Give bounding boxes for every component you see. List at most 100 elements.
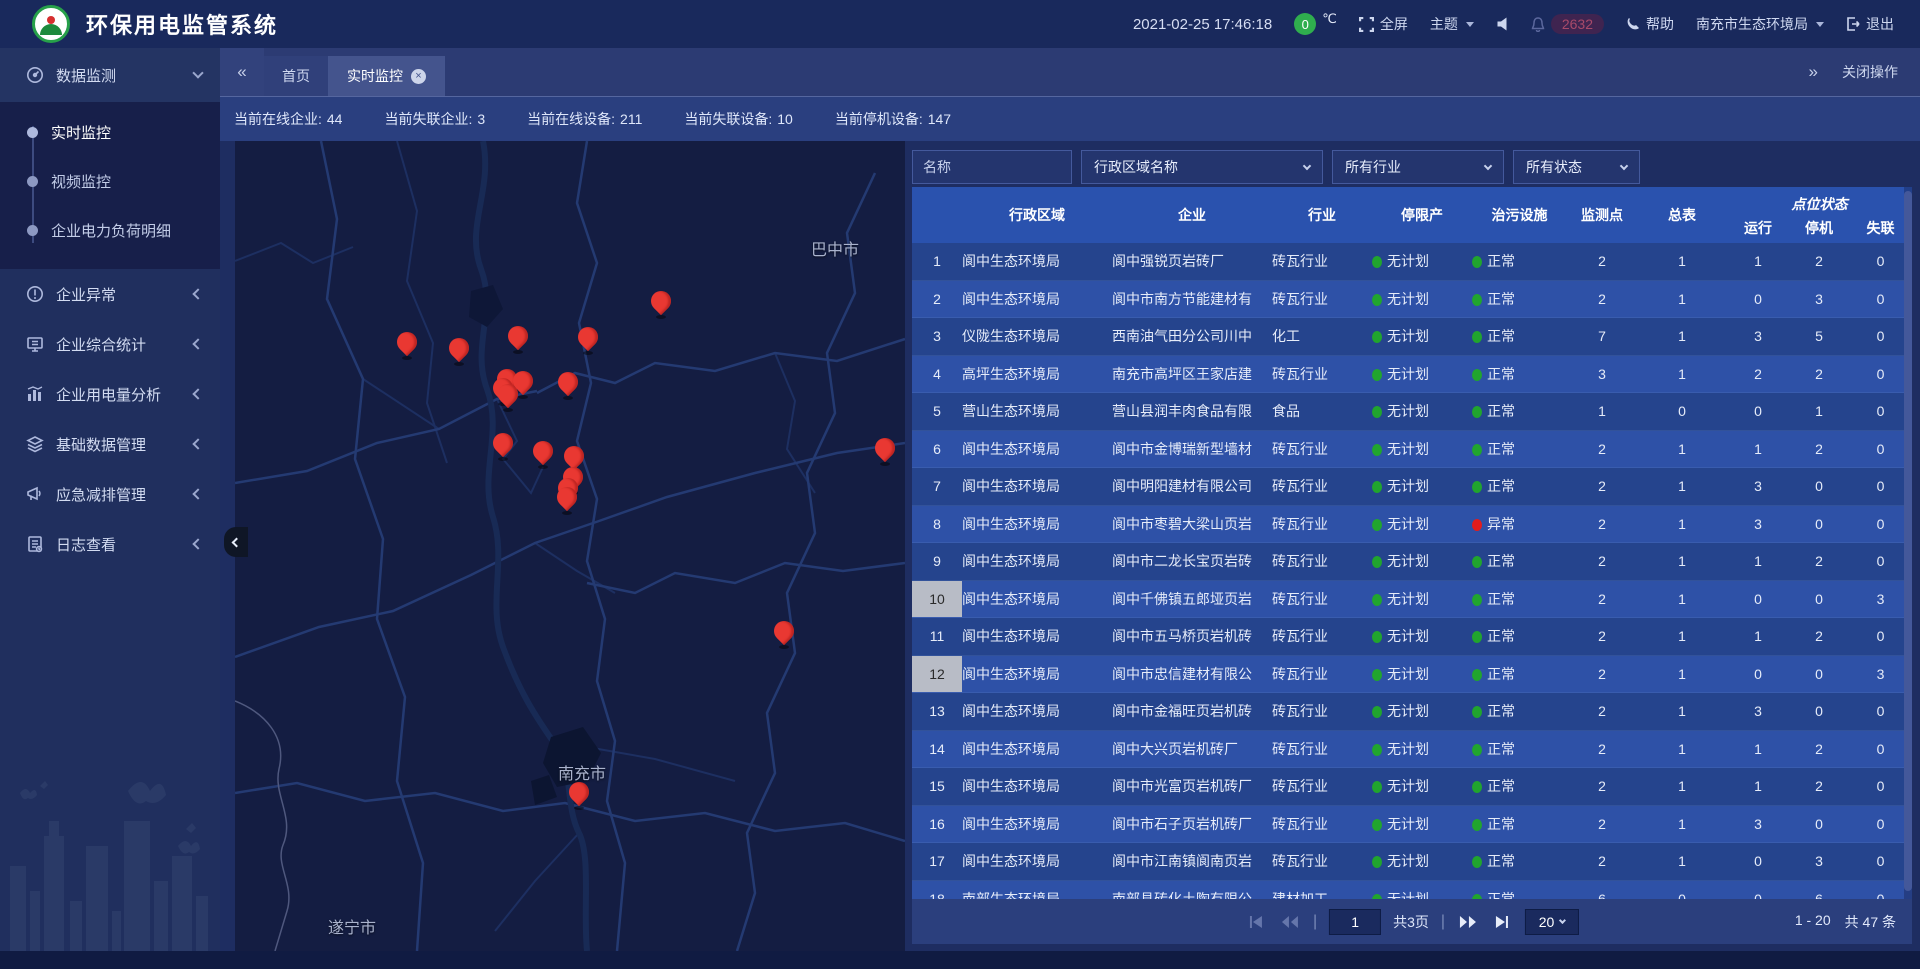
map-pin[interactable] bbox=[578, 327, 598, 353]
stop-status-label: 无计划 bbox=[1387, 441, 1429, 457]
cell-n: 11 bbox=[912, 618, 962, 655]
cell-down: 0 bbox=[1789, 666, 1849, 682]
org-label: 南充市生态环境局 bbox=[1696, 14, 1808, 34]
layers-icon bbox=[26, 435, 46, 453]
table-row[interactable]: 6阆中生态环境局阆中市金博瑞新型墙材砖瓦行业无计划正常21120 bbox=[912, 431, 1912, 469]
cell-n: 5 bbox=[912, 393, 962, 430]
table-row[interactable]: 2阆中生态环境局阆中市南方节能建材有砖瓦行业无计划正常21030 bbox=[912, 281, 1912, 319]
table-row[interactable]: 17阆中生态环境局阆中市江南镇阆南页岩砖瓦行业无计划正常21030 bbox=[912, 843, 1912, 881]
table-row[interactable]: 14阆中生态环境局阆中大兴页岩机砖厂砖瓦行业无计划正常21120 bbox=[912, 731, 1912, 769]
scrollbar-thumb[interactable] bbox=[1904, 191, 1912, 891]
sidebar-group-应急减排管理[interactable]: 应急减排管理 bbox=[0, 469, 220, 519]
cell-stop: 无计划 bbox=[1372, 326, 1472, 346]
facility-status-label: 正常 bbox=[1487, 403, 1515, 419]
cell-region: 阆中生态环境局 bbox=[962, 551, 1112, 571]
cell-run: 0 bbox=[1727, 403, 1789, 419]
table-row[interactable]: 8阆中生态环境局阆中市枣碧大梁山页岩砖瓦行业无计划异常21300 bbox=[912, 506, 1912, 544]
tab-首页[interactable]: 首页 bbox=[264, 56, 329, 96]
cell-down: 2 bbox=[1789, 628, 1849, 644]
sidebar-group-日志查看[interactable]: 日志查看 bbox=[0, 519, 220, 569]
last-page-button[interactable] bbox=[1491, 911, 1513, 933]
map-pin[interactable] bbox=[508, 326, 528, 352]
name-search-input[interactable] bbox=[912, 150, 1072, 184]
sound-button[interactable] bbox=[1496, 17, 1509, 31]
table-row[interactable]: 9阆中生态环境局阆中市二龙长宝页岩砖砖瓦行业无计划正常21120 bbox=[912, 543, 1912, 581]
sidebar-item-视频监控[interactable]: 视频监控 bbox=[0, 157, 220, 206]
region-select[interactable]: 行政区域名称 bbox=[1081, 150, 1323, 184]
sidebar-group-数据监测[interactable]: 数据监测 bbox=[0, 48, 220, 102]
tabs-scroll-left-button[interactable]: « bbox=[220, 47, 264, 96]
map-pin[interactable] bbox=[774, 621, 794, 647]
cell-meter: 1 bbox=[1637, 328, 1727, 344]
page-size-select[interactable]: 20 bbox=[1525, 909, 1579, 935]
sidebar-item-label: 企业电力负荷明细 bbox=[51, 220, 171, 241]
chevron-left-icon bbox=[231, 537, 241, 547]
close-icon[interactable] bbox=[411, 69, 426, 84]
sidebar-item-实时监控[interactable]: 实时监控 bbox=[0, 108, 220, 157]
map-pin[interactable] bbox=[533, 441, 553, 467]
table-row[interactable]: 13阆中生态环境局阆中市金福旺页岩机砖砖瓦行业无计划正常21300 bbox=[912, 693, 1912, 731]
map-pin[interactable] bbox=[557, 487, 577, 513]
enterprise-table: 行政区域企业行业停限产治污设施监测点总表点位状态运行停机失联 1阆中生态环境局阆… bbox=[912, 187, 1912, 899]
row-number: 15 bbox=[912, 768, 962, 805]
sidebar-item-企业电力负荷明细[interactable]: 企业电力负荷明细 bbox=[0, 206, 220, 255]
cell-company: 西南油气田分公司川中 bbox=[1112, 326, 1272, 346]
logout-button[interactable]: 退出 bbox=[1846, 14, 1894, 34]
map-pin[interactable] bbox=[875, 438, 895, 464]
sidebar-collapse-button[interactable] bbox=[224, 527, 248, 557]
table-row[interactable]: 18南部生态环境局南部县砖化土陶有限公建材加工无计划正常60060 bbox=[912, 881, 1912, 900]
tabs-scroll-right-button[interactable]: » bbox=[1809, 62, 1816, 82]
tab-实时监控[interactable]: 实时监控 bbox=[329, 56, 445, 96]
sidebar-group-label: 数据监测 bbox=[56, 65, 194, 86]
table-row[interactable]: 15阆中生态环境局阆中市光富页岩机砖厂砖瓦行业无计划正常21120 bbox=[912, 768, 1912, 806]
chevron-left-icon bbox=[192, 438, 203, 449]
table-scrollbar[interactable] bbox=[1904, 187, 1912, 899]
cell-lost: 0 bbox=[1849, 816, 1912, 832]
table-row[interactable]: 12阆中生态环境局阆中市忠信建材有限公砖瓦行业无计划正常21003 bbox=[912, 656, 1912, 694]
stop-status-label: 无计划 bbox=[1387, 516, 1429, 532]
map-pin[interactable] bbox=[651, 291, 671, 317]
status-select[interactable]: 所有状态 bbox=[1513, 150, 1640, 184]
table-row[interactable]: 7阆中生态环境局阆中明阳建材有限公司砖瓦行业无计划正常21300 bbox=[912, 468, 1912, 506]
previous-page-button[interactable] bbox=[1279, 911, 1301, 933]
industry-select[interactable]: 所有行业 bbox=[1332, 150, 1504, 184]
map-pin[interactable] bbox=[558, 372, 578, 398]
table-row[interactable]: 3仪陇生态环境局西南油气田分公司川中化工无计划正常71350 bbox=[912, 318, 1912, 356]
notifications[interactable]: 2632 bbox=[1531, 14, 1604, 34]
table-row[interactable]: 4高坪生态环境局南充市高坪区王家店建砖瓦行业无计划正常31220 bbox=[912, 356, 1912, 394]
help-button[interactable]: 帮助 bbox=[1626, 14, 1674, 34]
next-page-button[interactable] bbox=[1457, 911, 1479, 933]
cell-n: 15 bbox=[912, 768, 962, 805]
sidebar-group-基础数据管理[interactable]: 基础数据管理 bbox=[0, 419, 220, 469]
facility-status-label: 异常 bbox=[1487, 516, 1515, 532]
point-status-group-header: 点位状态运行停机失联 bbox=[1727, 187, 1912, 243]
sidebar-group-企业异常[interactable]: 企业异常 bbox=[0, 269, 220, 319]
org-dropdown[interactable]: 南充市生态环境局 bbox=[1696, 14, 1824, 34]
cell-meter: 0 bbox=[1637, 403, 1727, 419]
sidebar-item-label: 视频监控 bbox=[51, 171, 111, 192]
column-header-总表: 总表 bbox=[1637, 187, 1727, 243]
map-pin[interactable] bbox=[449, 338, 469, 364]
sidebar-group-企业用电量分析[interactable]: 企业用电量分析 bbox=[0, 369, 220, 419]
map-canvas[interactable]: 巴中市南充市遂宁市 bbox=[235, 141, 905, 951]
table-row[interactable]: 1阆中生态环境局阆中强锐页岩砖厂砖瓦行业无计划正常21120 bbox=[912, 243, 1912, 281]
table-row[interactable]: 16阆中生态环境局阆中市石子页岩机砖厂砖瓦行业无计划正常21300 bbox=[912, 806, 1912, 844]
table-row[interactable]: 5营山生态环境局营山县润丰肉食品有限食品无计划正常10010 bbox=[912, 393, 1912, 431]
theme-dropdown[interactable]: 主题 bbox=[1430, 14, 1474, 34]
map-pin[interactable] bbox=[397, 332, 417, 358]
map-pin[interactable] bbox=[569, 782, 589, 808]
cell-facility: 正常 bbox=[1472, 476, 1567, 496]
map-pin[interactable] bbox=[493, 433, 513, 459]
fullscreen-button[interactable]: 全屏 bbox=[1359, 14, 1408, 34]
cell-lost: 0 bbox=[1849, 441, 1912, 457]
table-row[interactable]: 11阆中生态环境局阆中市五马桥页岩机砖砖瓦行业无计划正常21120 bbox=[912, 618, 1912, 656]
map-pin[interactable] bbox=[498, 384, 518, 410]
cell-n: 4 bbox=[912, 356, 962, 393]
facility-status-dot-green bbox=[1472, 819, 1482, 831]
sidebar-group-企业综合统计[interactable]: 企业综合统计 bbox=[0, 319, 220, 369]
facility-status-dot-green bbox=[1472, 781, 1482, 793]
first-page-button[interactable] bbox=[1245, 911, 1267, 933]
table-row[interactable]: 10阆中生态环境局阆中千佛镇五郎垭页岩砖瓦行业无计划正常21003 bbox=[912, 581, 1912, 619]
close-operations-button[interactable]: 关闭操作 bbox=[1842, 62, 1898, 82]
page-number-input[interactable]: 1 bbox=[1329, 909, 1381, 935]
